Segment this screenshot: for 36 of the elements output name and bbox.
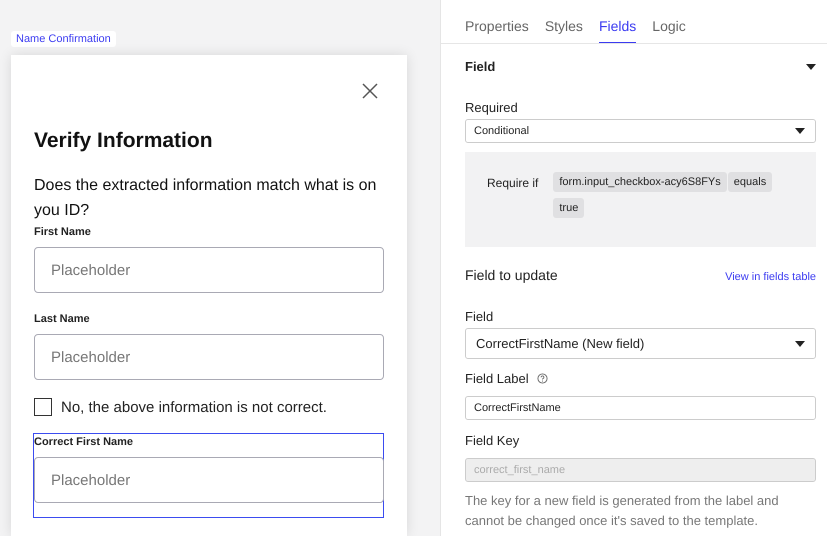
checkbox-label: No, the above information is not correct. [61, 398, 327, 416]
condition-token[interactable]: equals [728, 172, 772, 192]
caret-icon [795, 340, 805, 346]
field-label: Last Name [34, 313, 91, 325]
text-input[interactable]: Placeholder [34, 247, 384, 293]
field-label: Field [465, 309, 494, 324]
field-dropdown[interactable]: CorrectFirstName (New field) [465, 328, 816, 359]
caret-icon [795, 128, 805, 134]
fields-table-link[interactable]: View in fields table [725, 271, 816, 283]
form-question: Does the extracted information match what is on you ID? [34, 176, 378, 221]
help-text: The key for a new field is generated from the label and cannot be changed once it's saved to the template. [465, 492, 780, 530]
tab[interactable]: Logic [652, 18, 686, 43]
tab[interactable]: Styles [544, 18, 583, 43]
form-title: Verify Information [34, 129, 214, 153]
required-dropdown[interactable]: Conditional [465, 119, 816, 143]
field-label: Correct First Name [34, 436, 134, 448]
condition-token[interactable]: true [553, 198, 584, 218]
condition-token[interactable]: form.input_checkbox-acy6S8FYs [553, 172, 727, 192]
close-icon[interactable] [362, 83, 378, 99]
field-label: Field Key [465, 433, 520, 448]
field-label: Required [465, 100, 519, 115]
text-input[interactable]: Placeholder [34, 334, 384, 380]
condition-label: Require if [487, 175, 538, 192]
section-title: Field [465, 59, 496, 74]
field-label-input[interactable]: CorrectFirstName [465, 396, 816, 420]
step-label[interactable]: Name Confirmation [11, 31, 116, 47]
field-label: First Name [34, 226, 92, 238]
tab[interactable]: Properties [465, 18, 529, 43]
field-label: Field Label [465, 371, 529, 386]
tab[interactable]: Fields [598, 18, 636, 43]
subsection-title: Field to update [465, 267, 558, 283]
text-input[interactable]: Placeholder [34, 457, 384, 503]
checkbox[interactable] [34, 398, 52, 416]
help-icon[interactable] [536, 373, 548, 384]
caret-icon[interactable] [806, 64, 816, 70]
selected-field-block[interactable]: Correct First Name Placeholder [33, 433, 384, 518]
